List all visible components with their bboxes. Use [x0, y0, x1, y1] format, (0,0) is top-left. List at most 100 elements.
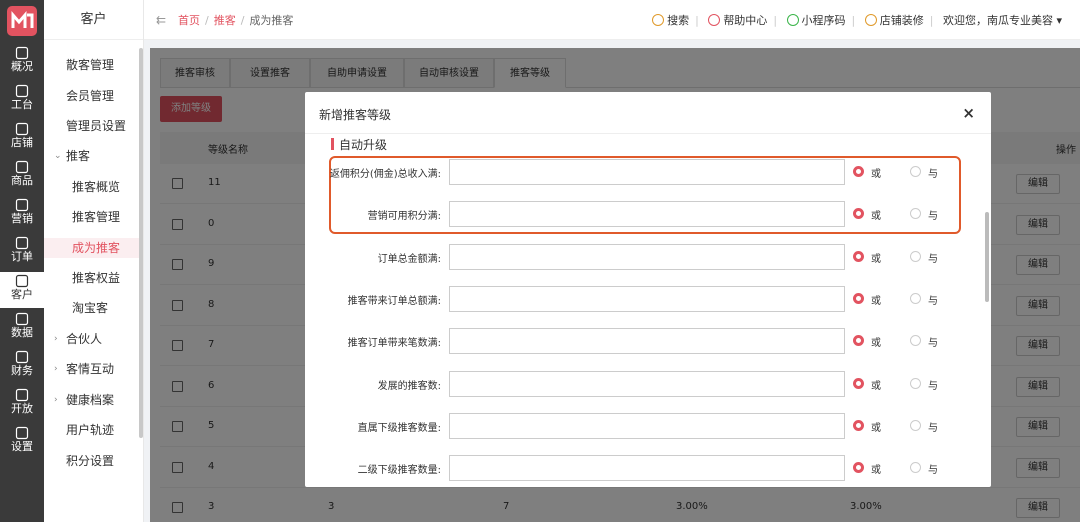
- and-radio[interactable]: [910, 292, 921, 304]
- form-row: 营销可用积分满: 或 与: [305, 201, 991, 228]
- chevron-icon: ⌄: [54, 151, 62, 161]
- brush-icon: [864, 14, 877, 26]
- breadcrumb-home[interactable]: 首页: [178, 14, 200, 27]
- rail-item-bag[interactable]: 商品: [0, 158, 44, 194]
- form-row: 直属下级推客数量: 或 与: [305, 412, 991, 439]
- submenu-item[interactable]: › 健康档案: [44, 390, 140, 410]
- store-icon: [15, 122, 29, 136]
- submenu-item[interactable]: 推客管理: [44, 207, 140, 227]
- submenu-item[interactable]: 会员管理: [44, 86, 140, 106]
- field-label: 发展的推客数:: [377, 380, 441, 392]
- and-radio[interactable]: [910, 250, 921, 262]
- bag-icon: [15, 160, 29, 174]
- collapse-menu-icon[interactable]: ⇇: [156, 13, 166, 27]
- or-label: 或: [871, 380, 881, 392]
- submenu-item[interactable]: › 客情互动: [44, 359, 140, 379]
- or-label: 或: [871, 211, 881, 223]
- submenu-item[interactable]: 散客管理: [44, 55, 140, 75]
- and-label: 与: [928, 169, 938, 180]
- and-label: 与: [928, 253, 938, 265]
- help-center-link[interactable]: 帮助中心: [708, 12, 767, 28]
- and-radio[interactable]: [910, 208, 921, 220]
- and-radio[interactable]: [910, 335, 921, 347]
- search-icon: [652, 14, 665, 26]
- rail-item-gear[interactable]: 设置: [0, 424, 44, 460]
- gear-icon: [15, 426, 29, 440]
- dialog-scrollbar[interactable]: [985, 212, 989, 302]
- or-radio[interactable]: [853, 462, 864, 474]
- field-label: 推客订单带来笔数满:: [347, 338, 441, 350]
- or-label: 或: [871, 338, 881, 350]
- and-radio[interactable]: [910, 377, 921, 389]
- rail-item-user[interactable]: 客户: [0, 272, 44, 308]
- rail-item-code[interactable]: 开放: [0, 386, 44, 422]
- breadcrumb-section[interactable]: 推客: [214, 14, 236, 27]
- submenu-item[interactable]: 推客权益: [44, 268, 140, 288]
- and-label: 与: [928, 380, 938, 392]
- field-input[interactable]: [449, 285, 845, 312]
- or-radio[interactable]: [853, 419, 864, 431]
- field-label: 推客带来订单总额满:: [347, 295, 441, 307]
- or-radio[interactable]: [853, 292, 864, 304]
- chevron-icon: ›: [54, 364, 58, 374]
- data-icon: [15, 312, 29, 326]
- field-input[interactable]: [449, 159, 845, 185]
- and-radio[interactable]: [910, 419, 921, 431]
- form-row: 推客带来订单总额满: 或 与: [305, 285, 991, 312]
- order-icon: [15, 236, 29, 250]
- or-radio[interactable]: [853, 208, 864, 220]
- and-label: 与: [928, 211, 938, 223]
- customer-submenu: 客户 散客管理会员管理管理员设置 ⌄ 推客推客概览推客管理成为推客推客权益淘宝客 › 合…: [44, 0, 144, 522]
- submenu-item[interactable]: 成为推客: [44, 238, 140, 258]
- and-label: 与: [928, 465, 938, 477]
- dialog-header: [305, 92, 991, 134]
- rail-item-chart[interactable]: 概况: [0, 44, 44, 80]
- field-input[interactable]: [449, 412, 845, 439]
- field-input[interactable]: [449, 370, 845, 397]
- or-label: 或: [871, 295, 881, 307]
- auto-upgrade-heading: 自动升级: [339, 138, 388, 152]
- close-icon[interactable]: ×: [962, 104, 975, 122]
- submenu-item[interactable]: 推客概览: [44, 177, 140, 197]
- field-input[interactable]: [449, 455, 845, 482]
- submenu-item[interactable]: ⌄ 推客: [44, 146, 140, 166]
- or-radio[interactable]: [853, 335, 864, 347]
- rail-item-data[interactable]: 数据: [0, 310, 44, 346]
- breadcrumb-current: 成为推客: [249, 14, 294, 27]
- and-radio[interactable]: [910, 462, 921, 474]
- field-label: 二级下级推客数量:: [357, 465, 441, 477]
- field-label: 返佣积分(佣金)总收入满:: [329, 169, 441, 180]
- or-label: 或: [871, 169, 881, 180]
- submenu-item[interactable]: 管理员设置: [44, 116, 140, 136]
- rail-item-clover[interactable]: 营销: [0, 196, 44, 232]
- add-promoter-level-dialog: 新增推客等级 × 自动升级 返佣积分(佣金)总收入满: 或与营销可用积分满: 或与订…: [305, 92, 991, 487]
- user-menu[interactable]: 欢迎您，南瓜专业美容 ▾: [943, 12, 1062, 28]
- submenu-item[interactable]: 淘宝客: [44, 298, 140, 318]
- field-input[interactable]: [449, 328, 845, 355]
- submenu-item[interactable]: 用户轨迹: [44, 420, 140, 440]
- form-row: 二级下级推客数量: 或 与: [305, 455, 991, 482]
- submenu-title: 客户: [44, 0, 143, 40]
- field-label: 订单总金额满:: [377, 253, 441, 265]
- breadcrumb: 首页 / 推客 / 成为推客: [178, 14, 294, 27]
- field-input[interactable]: [449, 201, 845, 228]
- search-link[interactable]: 搜索: [652, 12, 689, 28]
- or-radio[interactable]: [853, 250, 864, 262]
- rail-item-store[interactable]: 店铺: [0, 120, 44, 156]
- or-radio[interactable]: [853, 377, 864, 389]
- submenu-scrollbar[interactable]: [139, 48, 143, 438]
- or-label: 或: [871, 465, 881, 477]
- submenu-item[interactable]: 积分设置: [44, 451, 140, 471]
- miniapp-code-link[interactable]: 小程序码: [786, 12, 846, 28]
- submenu-item[interactable]: › 合伙人: [44, 329, 140, 349]
- field-label: 营销可用积分满:: [367, 211, 441, 223]
- form-row: 推客订单带来笔数满: 或 与: [305, 328, 991, 355]
- field-input[interactable]: [449, 243, 845, 270]
- rail-item-finance[interactable]: 财务: [0, 348, 44, 384]
- or-radio[interactable]: [853, 166, 864, 177]
- rail-item-order[interactable]: 订单: [0, 234, 44, 270]
- store-decorate-link[interactable]: 店铺装修: [864, 12, 924, 28]
- user-icon: [15, 274, 29, 288]
- rail-item-monitor[interactable]: 工台: [0, 82, 44, 118]
- and-radio[interactable]: [910, 166, 921, 177]
